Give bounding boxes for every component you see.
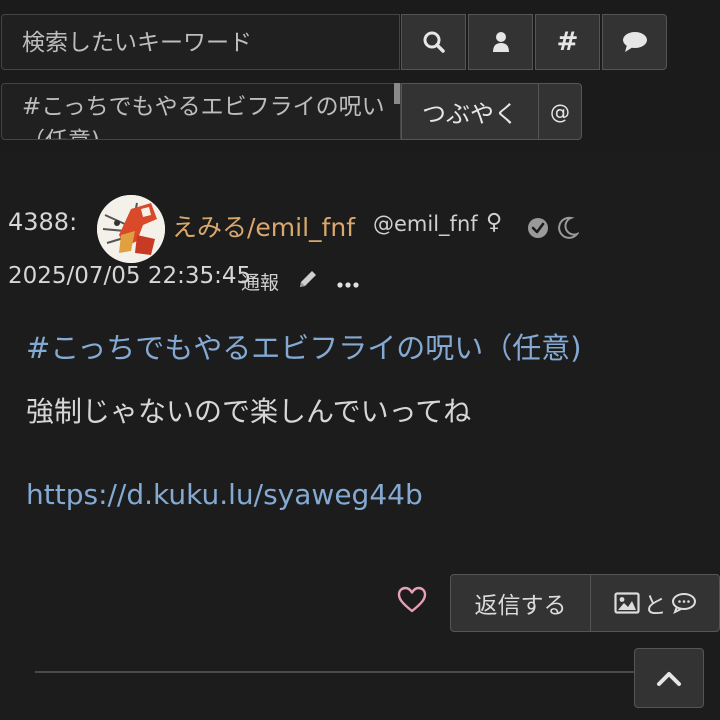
avatar[interactable] <box>97 195 165 263</box>
search-icon <box>423 31 445 53</box>
textarea-scrollbar[interactable] <box>394 83 400 104</box>
hashtag-link[interactable]: #こっちでもやるエビフライの呪い（任意) <box>26 325 582 367</box>
chevron-up-icon <box>657 672 681 686</box>
hashtag-button[interactable]: # <box>535 14 600 70</box>
user-search-button[interactable] <box>468 14 533 70</box>
report-link[interactable]: 通報 <box>241 268 279 295</box>
post-number: 4388: <box>8 208 78 236</box>
post-timestamp[interactable]: 2025/07/05 22:35:45 <box>8 263 251 289</box>
url-link[interactable]: https://d.kuku.lu/syaweg44b <box>26 478 423 511</box>
image-reply-button[interactable]: と <box>590 574 720 632</box>
female-symbol-icon: ♀ <box>486 210 503 235</box>
tweet-button[interactable]: つぶやく <box>401 83 539 140</box>
speech-bubble-icon <box>622 32 647 52</box>
comment-button[interactable] <box>602 14 667 70</box>
display-name[interactable]: えみる/emil_fnf <box>172 208 355 244</box>
user-icon <box>492 32 509 52</box>
search-button[interactable] <box>401 14 466 70</box>
user-handle: @emil_fnf <box>373 212 478 236</box>
top-bar: 検索したいキーワード # #こっちでもやるエビフライの呪い（任意) つぶやく @ <box>0 0 720 152</box>
speech-bubble-icon <box>671 593 696 614</box>
mention-button[interactable]: @ <box>538 83 582 140</box>
scroll-to-top-button[interactable] <box>634 648 704 708</box>
post-textarea[interactable]: #こっちでもやるエビフライの呪い（任意) <box>1 83 401 140</box>
heart-icon[interactable] <box>397 586 427 618</box>
divider <box>35 671 635 673</box>
reply-button[interactable]: 返信する <box>450 574 591 632</box>
hashtag-icon: # <box>556 27 579 57</box>
moon-icon <box>557 216 580 244</box>
pencil-icon[interactable] <box>297 268 319 294</box>
search-input[interactable]: 検索したいキーワード <box>1 14 400 70</box>
more-options-icon[interactable] <box>337 274 359 293</box>
verified-check-icon <box>527 217 549 243</box>
image-icon <box>613 592 640 614</box>
post-body: 強制じゃないので楽しんでいってね <box>26 395 472 428</box>
image-reply-label: と <box>643 593 667 619</box>
